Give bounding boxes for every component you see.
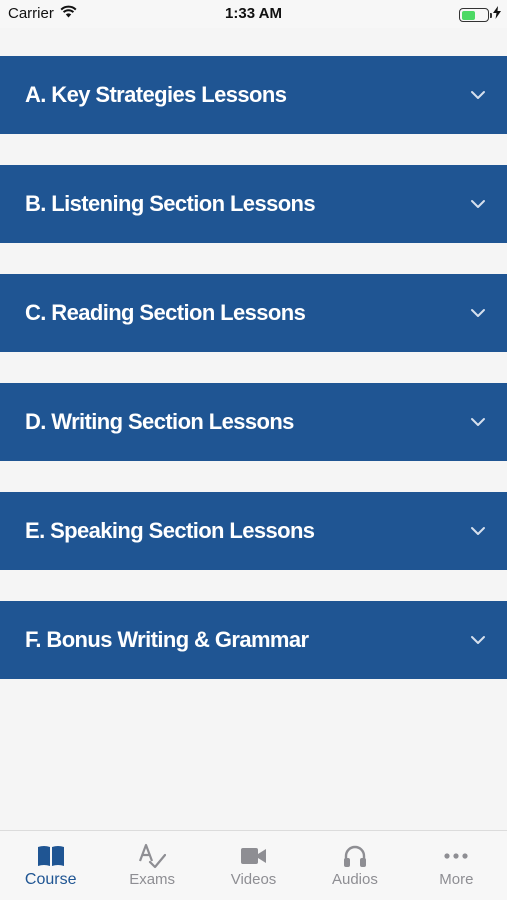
chevron-down-icon[interactable] [469,631,487,649]
video-camera-icon [240,843,268,869]
more-icon [442,843,470,869]
tab-videos[interactable]: Videos [203,831,304,900]
section-title: F. Bonus Writing & Grammar [25,627,309,652]
tab-course[interactable]: Course [0,831,101,900]
chevron-down-icon[interactable] [469,522,487,540]
section-listening[interactable]: B. Listening Section Lessons [0,165,507,243]
section-title: E. Speaking Section Lessons [25,518,315,543]
tab-label: Videos [230,871,277,888]
section-reading[interactable]: C. Reading Section Lessons [0,274,507,352]
section-title: A. Key Strategies Lessons [25,82,287,107]
charging-bolt-icon [493,6,501,24]
headphones-icon [341,843,369,869]
lesson-sections: A. Key Strategies Lessons B. Listening S… [0,56,507,710]
section-title: B. Listening Section Lessons [25,191,316,216]
tab-label: Audios [331,871,378,888]
tab-bar: Course Exams Videos Audios More [0,830,507,900]
tab-label: Course [24,871,77,888]
tab-label: More [439,871,474,888]
tab-label: Exams [129,871,176,888]
battery-icon [459,8,492,22]
section-speaking[interactable]: E. Speaking Section Lessons [0,492,507,570]
status-right [459,6,501,24]
tab-audios[interactable]: Audios [304,831,405,900]
tab-more[interactable]: More [406,831,507,900]
section-title: C. Reading Section Lessons [25,300,306,325]
book-icon [37,843,65,869]
chevron-down-icon[interactable] [469,304,487,322]
section-writing[interactable]: D. Writing Section Lessons [0,383,507,461]
section-title: D. Writing Section Lessons [25,409,294,434]
tab-exams[interactable]: Exams [101,831,202,900]
status-bar: Carrier 1:33 AM [0,0,507,28]
status-time: 1:33 AM [225,5,282,22]
spellcheck-icon [138,843,167,869]
section-key-strategies[interactable]: A. Key Strategies Lessons [0,56,507,134]
section-bonus-writing-grammar[interactable]: F. Bonus Writing & Grammar [0,601,507,679]
chevron-down-icon[interactable] [469,413,487,431]
chevron-down-icon[interactable] [469,195,487,213]
chevron-down-icon[interactable] [469,86,487,104]
